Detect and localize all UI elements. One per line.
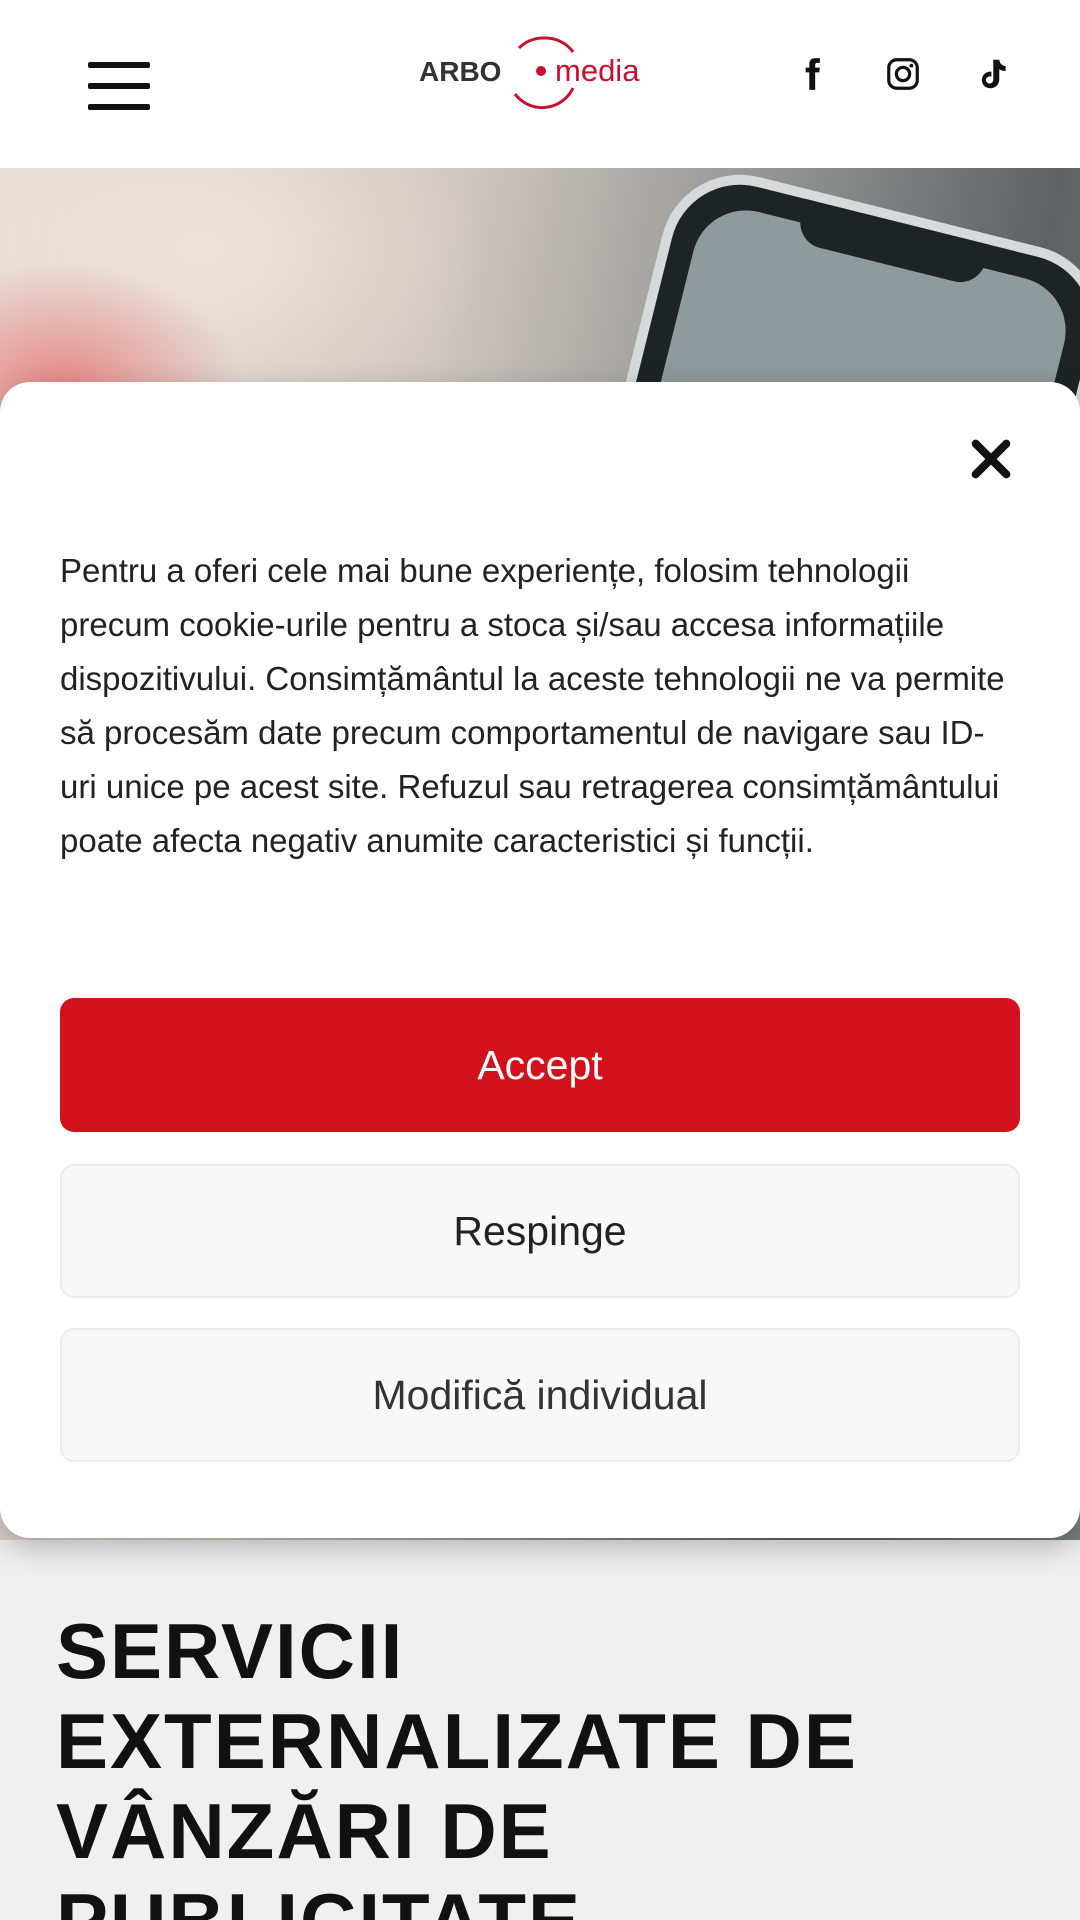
site-logo[interactable]: ARBO media	[415, 28, 665, 112]
accept-button[interactable]: Accept	[60, 998, 1020, 1132]
deny-button[interactable]: Respinge	[60, 1164, 1020, 1298]
headline-line: SERVICII	[56, 1607, 405, 1695]
page-headline: SERVICII EXTERNALIZATE DE VÂNZĂRI DE PUB…	[56, 1606, 1036, 1920]
close-icon[interactable]	[962, 430, 1020, 488]
logo-text-arbo: ARBO	[419, 56, 501, 87]
headline-line: PUBLICITATE	[56, 1876, 1036, 1920]
site-header: ARBO media	[0, 0, 1080, 168]
arbo-media-logo: ARBO media	[419, 36, 640, 110]
instagram-icon[interactable]	[875, 46, 931, 102]
main-content: SERVICII EXTERNALIZATE DE VÂNZĂRI DE PUB…	[0, 1540, 1080, 1920]
cookie-consent-text: Pentru a oferi cele mai bune experiențe,…	[60, 552, 1005, 859]
tiktok-icon[interactable]	[964, 46, 1020, 102]
headline-line: EXTERNALIZATE DE	[56, 1697, 858, 1785]
page: ARBO media SERVICII EXTERNALIZATE DE VÂN…	[0, 0, 1080, 1920]
facebook-icon[interactable]	[784, 46, 840, 102]
logo-text-media: media	[555, 53, 640, 88]
modify-individually-button[interactable]: Modifică individual	[60, 1328, 1020, 1462]
hamburger-menu-icon[interactable]	[88, 62, 150, 110]
headline-line: VÂNZĂRI DE	[56, 1787, 553, 1875]
